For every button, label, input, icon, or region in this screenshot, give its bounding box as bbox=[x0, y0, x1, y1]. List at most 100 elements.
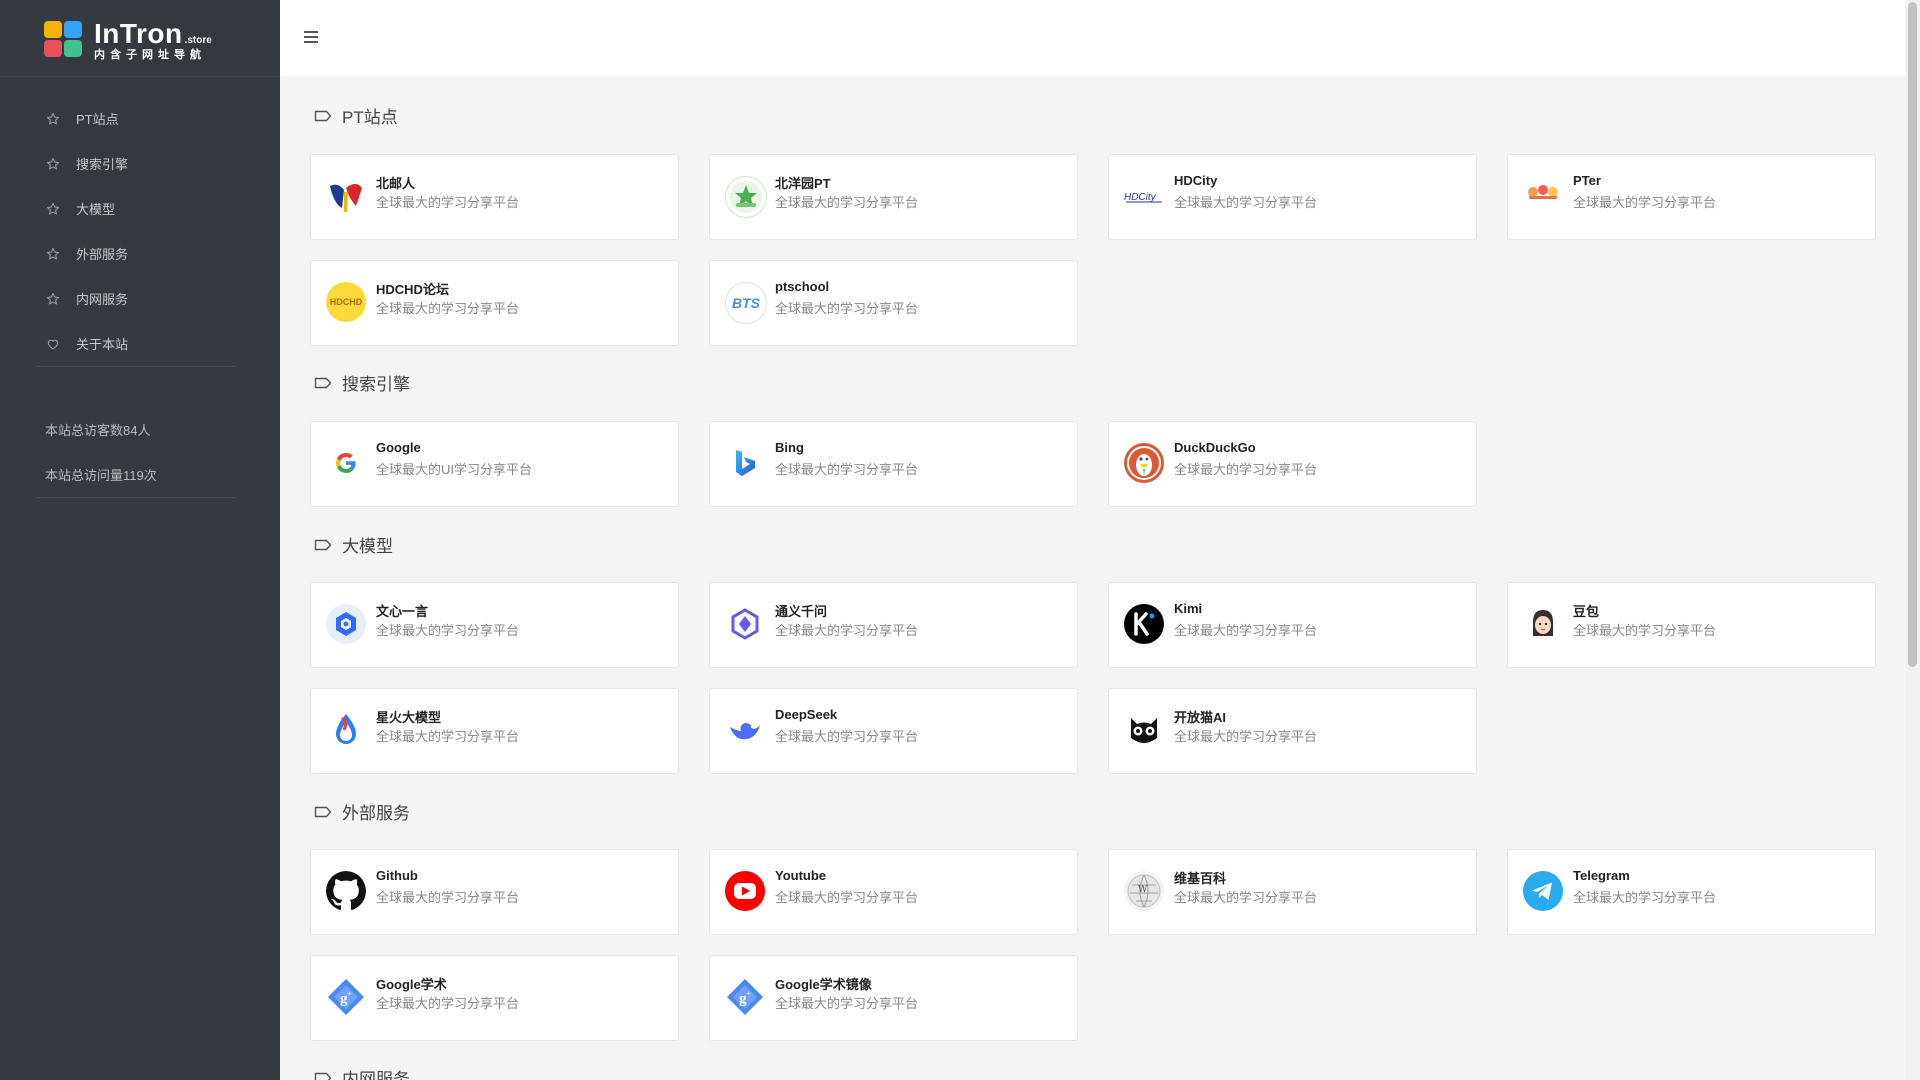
deepseek-logo-icon bbox=[725, 710, 765, 750]
scrollbar-thumb[interactable] bbox=[1908, 2, 1917, 667]
card-description: 全球最大的学习分享平台 bbox=[775, 890, 919, 905]
openmao-logo-icon bbox=[1124, 710, 1164, 750]
sidebar-item-intranet[interactable]: 内网服务 bbox=[36, 276, 236, 321]
main-content: PT站点 北邮人 全球最大的学习分享平台 北洋园PT 全球最大的学习分享平台 H… bbox=[280, 76, 1905, 1080]
card-ptschool[interactable]: BTS ptschool 全球最大的学习分享平台 bbox=[709, 260, 1078, 346]
card-description: 全球最大的学习分享平台 bbox=[1573, 623, 1717, 638]
xinghuo-logo-icon bbox=[326, 710, 366, 750]
section-title-label: 内网服务 bbox=[342, 1070, 410, 1080]
card-duckduckgo[interactable]: DuckDuckGo 全球最大的学习分享平台 bbox=[1108, 421, 1477, 507]
brand-suffix: .store bbox=[184, 34, 212, 46]
sidebar-item-pt[interactable]: PT站点 bbox=[36, 96, 236, 141]
card-telegram[interactable]: Telegram 全球最大的学习分享平台 bbox=[1507, 849, 1876, 935]
card-description: 全球最大的学习分享平台 bbox=[775, 195, 919, 210]
card-title: 豆包 bbox=[1573, 604, 1600, 619]
pter-logo-icon bbox=[1523, 176, 1563, 216]
section-title-label: 搜索引擎 bbox=[342, 375, 410, 394]
tag-icon bbox=[314, 539, 332, 550]
card-wenxin[interactable]: 文心一言 全球最大的学习分享平台 bbox=[310, 582, 679, 668]
tjupt-logo-icon bbox=[725, 176, 767, 218]
card-description: 全球最大的学习分享平台 bbox=[1174, 729, 1318, 744]
card-description: 全球最大的学习分享平台 bbox=[1174, 623, 1318, 638]
card-tjupt[interactable]: 北洋园PT 全球最大的学习分享平台 bbox=[709, 154, 1078, 240]
card-description: 全球最大的学习分享平台 bbox=[775, 729, 919, 744]
sidebar-item-label: 搜索引擎 bbox=[76, 157, 129, 172]
card-pter[interactable]: PTer 全球最大的学习分享平台 bbox=[1507, 154, 1876, 240]
card-title: Telegram bbox=[1573, 868, 1630, 883]
tag-icon bbox=[314, 1072, 332, 1080]
card-byr[interactable]: 北邮人 全球最大的学习分享平台 bbox=[310, 154, 679, 240]
card-youtube[interactable]: Youtube 全球最大的学习分享平台 bbox=[709, 849, 1078, 935]
sidebar-item-search[interactable]: 搜索引擎 bbox=[36, 141, 236, 186]
sidebar-item-about[interactable]: 关于本站 bbox=[36, 321, 236, 367]
page-scrollbar[interactable] bbox=[1905, 0, 1920, 1080]
card-google-scholar-mirror[interactable]: g + Google学术镜像 全球最大的学习分享平台 bbox=[709, 955, 1078, 1041]
pageview-count: 本站总访问量119次 bbox=[36, 452, 236, 498]
sidebar-item-label: PT站点 bbox=[76, 112, 119, 127]
svg-text:+: + bbox=[746, 989, 751, 998]
wenxin-logo-icon bbox=[326, 604, 366, 644]
github-logo-icon bbox=[326, 871, 366, 911]
card-bing[interactable]: Bing 全球最大的学习分享平台 bbox=[709, 421, 1078, 507]
card-title: Youtube bbox=[775, 868, 827, 883]
doubao-logo-icon bbox=[1523, 604, 1563, 644]
card-title: Github bbox=[376, 868, 418, 883]
card-title: HDCity bbox=[1174, 173, 1218, 188]
card-doubao[interactable]: 豆包 全球最大的学习分享平台 bbox=[1507, 582, 1876, 668]
logo-mark-icon bbox=[44, 21, 84, 59]
card-title: 维基百科 bbox=[1174, 871, 1227, 886]
card-description: 全球最大的学习分享平台 bbox=[376, 996, 520, 1011]
hdcity-logo-icon: HDCity bbox=[1124, 176, 1164, 216]
brand-subtitle: 内含子网址导航 bbox=[94, 48, 206, 61]
card-hdchd[interactable]: HDCHD HDCHD论坛 全球最大的学习分享平台 bbox=[310, 260, 679, 346]
svg-text:+: + bbox=[347, 989, 352, 998]
site-logo[interactable]: InTron .store 内含子网址导航 bbox=[44, 18, 212, 62]
heart-icon bbox=[47, 339, 59, 349]
svg-text:W: W bbox=[1138, 885, 1148, 895]
card-xinghuo[interactable]: 星火大模型 全球最大的学习分享平台 bbox=[310, 688, 679, 774]
card-deepseek[interactable]: DeepSeek 全球最大的学习分享平台 bbox=[709, 688, 1078, 774]
card-title: DeepSeek bbox=[775, 707, 838, 722]
card-description: 全球最大的学习分享平台 bbox=[1573, 195, 1717, 210]
card-kimi[interactable]: Kimi 全球最大的学习分享平台 bbox=[1108, 582, 1477, 668]
tag-icon bbox=[314, 110, 332, 121]
menu-toggle-icon[interactable] bbox=[304, 30, 318, 44]
visitor-count: 本站总访客数84人 bbox=[45, 423, 151, 438]
star-icon bbox=[46, 247, 60, 259]
kimi-logo-icon bbox=[1124, 604, 1164, 644]
card-description: 全球最大的学习分享平台 bbox=[1573, 890, 1717, 905]
card-description: 全球最大的学习分享平台 bbox=[376, 890, 520, 905]
star-icon bbox=[46, 157, 60, 169]
star-icon bbox=[46, 112, 60, 124]
card-tongyi[interactable]: 通义千问 全球最大的学习分享平台 bbox=[709, 582, 1078, 668]
brand-name: InTron bbox=[94, 17, 183, 49]
card-hdcity[interactable]: HDCity HDCity 全球最大的学习分享平台 bbox=[1108, 154, 1477, 240]
card-wikipedia[interactable]: W 维基百科 全球最大的学习分享平台 bbox=[1108, 849, 1477, 935]
sidebar-item-llm[interactable]: 大模型 bbox=[36, 186, 236, 231]
card-title: 星火大模型 bbox=[376, 710, 442, 725]
section-title-label: PT站点 bbox=[342, 108, 398, 127]
sidebar-item-external[interactable]: 外部服务 bbox=[36, 231, 236, 276]
card-title: Bing bbox=[775, 440, 804, 455]
top-header bbox=[280, 0, 1905, 76]
card-title: 通义千问 bbox=[775, 604, 828, 619]
duckduckgo-logo-icon bbox=[1124, 443, 1164, 483]
card-description: 全球最大的学习分享平台 bbox=[1174, 462, 1318, 477]
tag-icon bbox=[314, 806, 332, 817]
card-description: 全球最大的学习分享平台 bbox=[376, 301, 520, 316]
card-title: 开放猫AI bbox=[1174, 710, 1227, 725]
tongyi-logo-icon bbox=[725, 604, 765, 644]
visit-stats: 本站总访客数84人 本站总访问量119次 bbox=[36, 407, 236, 498]
card-title: Google学术 bbox=[376, 977, 447, 992]
card-github[interactable]: Github 全球最大的学习分享平台 bbox=[310, 849, 679, 935]
card-openmao[interactable]: 开放猫AI 全球最大的学习分享平台 bbox=[1108, 688, 1477, 774]
youtube-logo-icon bbox=[725, 871, 765, 911]
card-description: 全球最大的学习分享平台 bbox=[376, 729, 520, 744]
card-title: Google学术镜像 bbox=[775, 977, 872, 992]
card-google[interactable]: Google 全球最大的UI学习分享平台 bbox=[310, 421, 679, 507]
card-description: 全球最大的学习分享平台 bbox=[775, 301, 919, 316]
card-description: 全球最大的学习分享平台 bbox=[775, 996, 919, 1011]
card-title: Kimi bbox=[1174, 601, 1203, 616]
card-title: 北邮人 bbox=[376, 176, 416, 191]
card-google-scholar[interactable]: g + Google学术 全球最大的学习分享平台 bbox=[310, 955, 679, 1041]
